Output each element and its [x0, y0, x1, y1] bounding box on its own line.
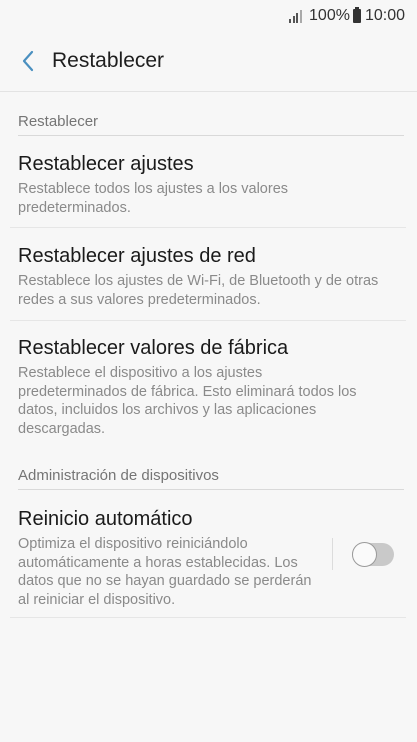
- item-title: Restablecer ajustes: [18, 153, 194, 175]
- item-title: Restablecer valores de fábrica: [18, 337, 289, 359]
- auto-restart-item[interactable]: Reinicio automático Optimiza el disposit…: [18, 506, 323, 609]
- divider: [10, 320, 406, 321]
- item-title: Restablecer ajustes de red: [18, 245, 256, 267]
- item-description: Restablece todos los ajustes a los valor…: [18, 181, 289, 216]
- battery-icon: [352, 7, 361, 23]
- status-bar: 100% 10:00: [0, 0, 417, 32]
- reset-network-settings-item[interactable]: Restablecer ajustes de red Restablece lo…: [18, 243, 404, 309]
- page-title: Restablecer: [52, 49, 165, 72]
- app-bar: Restablecer: [0, 38, 417, 84]
- toggle-knob: [352, 542, 377, 567]
- item-description: Restablece el dispositivo a los ajustes …: [18, 365, 357, 437]
- item-description: Optimiza el dispositivo reiniciándolo au…: [18, 536, 312, 608]
- item-title: Reinicio automático: [18, 508, 193, 530]
- factory-reset-item[interactable]: Restablecer valores de fábrica Restablec…: [18, 335, 366, 438]
- section-header-restablecer: Restablecer: [18, 113, 404, 136]
- chevron-left-icon: [22, 50, 34, 72]
- divider: [0, 91, 417, 92]
- divider: [10, 617, 406, 618]
- back-button[interactable]: [8, 41, 48, 81]
- section-header-device-admin: Administración de dispositivos: [18, 467, 404, 490]
- auto-restart-toggle[interactable]: [352, 542, 394, 567]
- clock: 10:00: [364, 7, 405, 24]
- reset-settings-item[interactable]: Restablecer ajustes Restablece todos los…: [18, 151, 404, 217]
- divider: [10, 227, 406, 228]
- item-description: Restablece los ajustes de Wi-Fi, de Blue…: [18, 273, 379, 308]
- signal-icon: [289, 9, 305, 23]
- battery-percent: 100%: [309, 7, 350, 24]
- toggle-separator: [332, 538, 333, 570]
